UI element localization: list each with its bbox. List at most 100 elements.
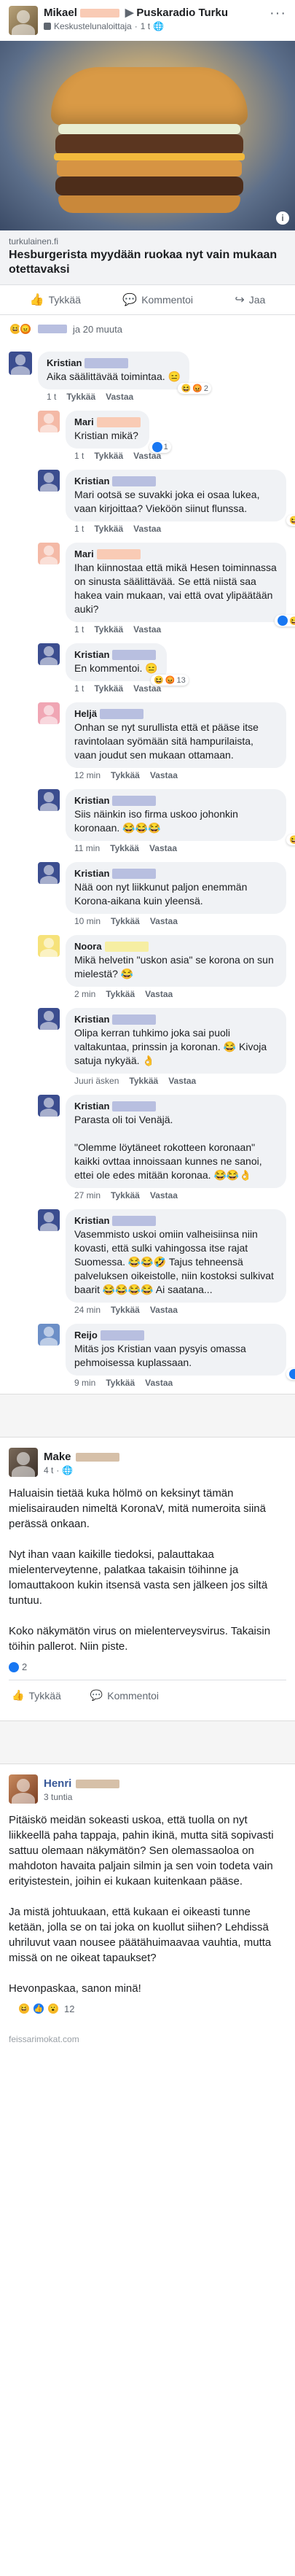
commenter-avatar[interactable] [38,643,60,665]
comment-like-button[interactable]: Tykkää [94,683,123,694]
commenter-name[interactable]: Mari [74,548,94,559]
comment-reactions[interactable]: 😆 😡 2 [178,383,211,394]
comment-button[interactable]: 💬 Kommentoi [122,292,193,307]
comment-time[interactable]: 1 t [74,683,84,694]
commenter-avatar[interactable] [38,543,60,565]
comment-reply-button[interactable]: Vastaa [168,1076,196,1086]
more-options-icon[interactable]: ··· [270,6,286,20]
commenter-avatar[interactable] [38,1095,60,1117]
share-button[interactable]: ↪ Jaa [235,292,265,307]
link-domain: turkulainen.fi [9,236,59,247]
comment-like-button[interactable]: Tykkää [66,392,95,402]
commenter-name[interactable]: Kristian [74,795,109,806]
commenter-avatar[interactable] [38,1324,60,1346]
post-time[interactable]: 4 t [44,1465,53,1475]
like-button[interactable]: 👍 Tykkää [30,292,81,307]
comment-like-button[interactable]: Tykkää [111,770,140,780]
post-meta: Mikael ▶ Puskaradio Turku Keskustelunaloit… [44,6,264,31]
comment-time[interactable]: 27 min [74,1190,101,1200]
comment-like-button[interactable]: Tykkää [106,1378,135,1388]
comment-reply-button[interactable]: Vastaa [150,1305,178,1315]
comment-reactions[interactable]: 😆5 [275,615,295,626]
comment-like-button[interactable]: Tykkää [111,1190,140,1200]
comment-reply-button[interactable]: Vastaa [150,770,178,780]
comment-time[interactable]: 9 min [74,1378,95,1388]
comment-reply-button[interactable]: Vastaa [149,843,177,853]
commenter-avatar[interactable] [38,470,60,492]
commenter-name[interactable]: Heljä [74,708,97,719]
link-image[interactable]: i [0,41,295,230]
comment-reply-button[interactable]: Vastaa [145,1378,173,1388]
commenter-name[interactable]: Kristian [74,1014,109,1025]
comment-reactions[interactable]: 1 [286,1368,295,1380]
post-time[interactable]: 3 tuntia [44,1792,72,1802]
comment-time[interactable]: 1 t [47,392,56,402]
comment-reactions[interactable]: 😆2 [286,515,295,526]
redacted-name [75,1452,119,1462]
comment-button[interactable]: 💬 Kommentoi [90,1689,159,1702]
commenter-name[interactable]: Kristian [74,868,109,879]
commenter-avatar[interactable] [38,1209,60,1231]
comment-reactions[interactable]: 😆1 [286,834,295,845]
comment-like-button[interactable]: Tykkää [94,451,123,461]
comment-reply-button[interactable]: Vastaa [150,916,178,926]
post-time[interactable]: 1 t [141,21,150,31]
commenter-avatar[interactable] [38,862,60,884]
commenter-avatar[interactable] [9,352,32,375]
comment-reply-button[interactable]: Vastaa [133,524,161,534]
comment-text: Parasta oli toi Venäjä. "Olemme löytänee… [74,1114,262,1181]
comment-reply-button[interactable]: Vastaa [106,392,133,402]
author-name[interactable]: Make [44,1451,71,1463]
commenter-avatar[interactable] [38,789,60,811]
comment-time[interactable]: 1 t [74,451,84,461]
comment-like-button[interactable]: Tykkää [94,624,123,635]
comment-time[interactable]: 11 min [74,843,100,853]
commenter-name[interactable]: Kristian [74,649,109,660]
author-name[interactable]: Mikael [44,7,77,19]
comment-time[interactable]: 12 min [74,770,101,780]
commenter-name[interactable]: Mari [74,416,94,427]
author-name[interactable]: Henri [44,1777,71,1790]
comment-time[interactable]: Juuri äsken [74,1076,119,1086]
comment-reactions[interactable]: 1 [149,441,171,453]
comment-like-button[interactable]: Tykkää [94,524,123,534]
commenter-avatar[interactable] [38,1008,60,1030]
redacted-name [100,708,144,719]
author-avatar[interactable] [9,1448,38,1477]
comment-like-button[interactable]: Tykkää [111,1305,140,1315]
commenter-name[interactable]: Kristian [74,1101,109,1112]
comment-time[interactable]: 10 min [74,916,101,926]
reactions-summary[interactable]: 😆 😠 ja 20 muuta [0,315,295,343]
commenter-name[interactable]: Noora [74,941,102,952]
commenter-avatar[interactable] [38,702,60,724]
comment-time[interactable]: 1 t [74,624,84,635]
group-name[interactable]: Puskaradio Turku [136,7,228,19]
comment-reply-button[interactable]: Vastaa [145,989,173,999]
commenter-name[interactable]: Reijo [74,1330,98,1341]
author-avatar[interactable] [9,6,38,35]
like-icon [278,616,288,626]
haha-icon: 😆 [289,516,295,525]
comment-reply-button[interactable]: Vastaa [150,1190,178,1200]
comment-like-button[interactable]: Tykkää [129,1076,158,1086]
commenter-avatar[interactable] [38,411,60,432]
author-badge: Keskustelunaloittaja [54,21,132,31]
comment-reactions[interactable]: 😆 😡 13 [151,675,189,686]
comment-time[interactable]: 1 t [74,524,84,534]
info-icon[interactable]: i [276,212,289,225]
reactions-summary[interactable]: 😆 👍 😮 12 [9,1996,286,2021]
commenter-name[interactable]: Kristian [47,357,82,368]
commenter-name[interactable]: Kristian [74,1215,109,1226]
author-avatar[interactable] [9,1774,38,1804]
comment-time[interactable]: 2 min [74,989,95,999]
comment-reply-button[interactable]: Vastaa [133,624,161,635]
commenter-name[interactable]: Kristian [74,476,109,486]
comment-like-button[interactable]: Tykkää [110,843,139,853]
comment-like-button[interactable]: Tykkää [106,989,135,999]
reactions-summary[interactable]: 2 [9,1661,286,1672]
link-preview[interactable]: turkulainen.fi Hesburgerista myydään ruo… [0,230,295,285]
commenter-avatar[interactable] [38,935,60,957]
comment-time[interactable]: 24 min [74,1305,101,1315]
comment-like-button[interactable]: Tykkää [111,916,140,926]
like-button[interactable]: 👍 Tykkää [12,1689,61,1702]
